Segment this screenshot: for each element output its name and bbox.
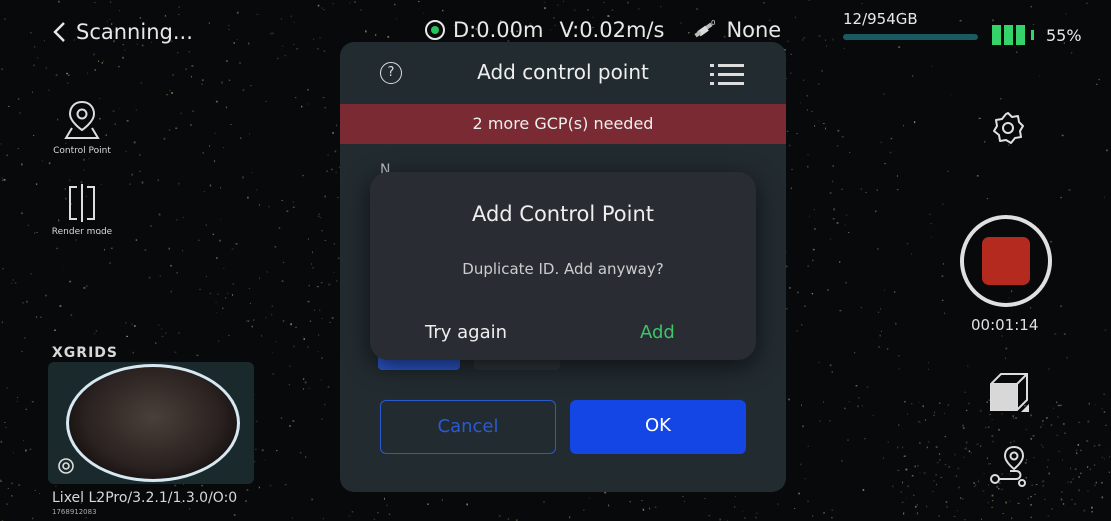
try-again-button[interactable]: Try again (425, 322, 507, 343)
storage-text: 12/954GB (843, 10, 918, 28)
back-label: Scanning... (76, 20, 193, 44)
control-point-label: Control Point (53, 146, 111, 156)
switch-camera-icon[interactable] (56, 456, 76, 476)
chevron-left-icon (53, 22, 65, 42)
gcp-warning-banner: 2 more GCP(s) needed (340, 104, 786, 144)
brand-logo: XGRIDS (52, 345, 118, 361)
dialog-title: Add Control Point (471, 202, 655, 226)
storage-bar (843, 34, 978, 40)
battery-percent: 55% (1046, 25, 1082, 45)
3d-view-cube-icon[interactable] (985, 368, 1033, 416)
battery-indicator: 55% (992, 25, 1082, 45)
add-button[interactable]: Add (640, 322, 675, 343)
dialog-message: Duplicate ID. Add anyway? (462, 260, 664, 278)
render-mode-label: Render mode (51, 227, 113, 237)
gnss-dot-icon (425, 20, 445, 40)
recording-timer: 00:01:14 (971, 316, 1039, 334)
cancel-button[interactable]: Cancel (380, 400, 556, 454)
camera-preview[interactable] (48, 362, 254, 484)
velocity-readout: V:0.02m/s (559, 18, 665, 42)
distance-readout: D:0.00m (453, 18, 544, 42)
serial-number: 1768912083 (52, 508, 97, 516)
duplicate-id-dialog: Add Control Point Duplicate ID. Add anyw… (370, 172, 756, 360)
panel-header: ? Add control point (340, 42, 786, 104)
ok-button[interactable]: OK (570, 400, 746, 454)
render-mode-icon (69, 184, 95, 222)
record-button[interactable] (960, 215, 1052, 307)
render-mode-tool[interactable]: Render mode (50, 183, 114, 237)
settings-gear-icon[interactable] (990, 110, 1026, 146)
device-info: Lixel L2Pro/3.2.1/1.3.0/O:0 (52, 490, 238, 506)
map-pin-icon (64, 100, 100, 139)
fisheye-image (66, 364, 240, 482)
satellite-icon: 0 (694, 19, 716, 38)
status-bar: D:0.00m V:0.02m/s 0 None (425, 18, 781, 42)
stop-icon (982, 237, 1030, 285)
battery-icon (992, 25, 1025, 45)
route-pin-icon[interactable] (988, 445, 1030, 487)
control-point-tool[interactable]: Control Point (50, 98, 114, 156)
back-button[interactable]: Scanning... (52, 20, 193, 44)
satellite-count: 0 (711, 19, 715, 27)
fix-status: None (726, 18, 782, 42)
list-menu-icon[interactable] (710, 62, 744, 88)
storage-indicator: 12/954GB (843, 10, 978, 40)
battery-tip (1031, 30, 1034, 40)
